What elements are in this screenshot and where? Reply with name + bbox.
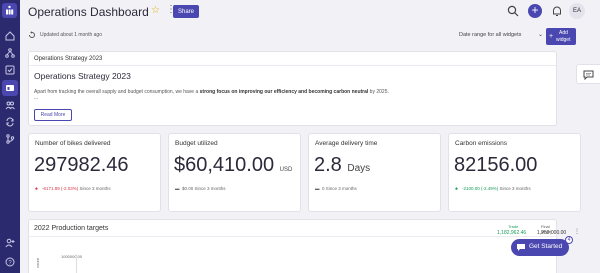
help-icon[interactable]: ? (5, 257, 15, 267)
network-icon[interactable] (5, 48, 15, 58)
kpi-value: 82156.00 (454, 154, 538, 176)
kpi-title: Number of bikes delivered (35, 140, 111, 147)
branch-icon[interactable] (5, 134, 15, 144)
plus-icon[interactable]: + (528, 4, 542, 18)
trade-label: Trade (508, 224, 519, 229)
y-axis (76, 254, 77, 273)
date-range-select[interactable]: Date range for all widgets (459, 32, 521, 38)
strategy-widget: Operations Strategy 2023 Operations Stra… (28, 51, 557, 126)
trend-down-icon: ♣ (35, 186, 38, 191)
kpi-title: Budget utilized (175, 140, 218, 147)
kpi-card-budget: Budget utilized $60,410.00 USD ▬ $0.00 Si… (168, 133, 301, 212)
kpi-value-number: $60,410.00 (174, 154, 275, 176)
page-title: Operations Dashboard (28, 5, 149, 19)
dashboard-icon[interactable] (5, 83, 15, 93)
add-widget-button[interactable]: + Add widget (546, 28, 576, 45)
strategy-heading: Operations Strategy 2023 (34, 71, 131, 81)
ellipsis: ... (34, 95, 39, 101)
logo-icon[interactable] (2, 3, 17, 18)
comment-icon (583, 70, 594, 80)
home-icon[interactable] (5, 31, 15, 41)
bell-icon[interactable] (551, 5, 563, 17)
get-started-button[interactable]: Get Started (511, 239, 569, 256)
kpi-delta: ♣ -2100.00 (-2.49%) Since 3 months (455, 186, 531, 191)
kpi-card-delivery: Average delivery time 2.8 Days ▬ 0 Since … (308, 133, 441, 212)
avatar[interactable]: EA (569, 3, 585, 19)
kpi-delta-value: 0 (322, 186, 325, 191)
kpi-period: Since 3 months (79, 186, 111, 191)
strategy-body: Apart from tracking the overall supply a… (34, 89, 389, 95)
kpi-card-carbon: Carbon emissions 82156.00 ♣ -2100.00 (-2.… (448, 133, 581, 212)
trend-flat-icon: ▬ (315, 186, 320, 191)
checklist-icon[interactable] (5, 65, 15, 75)
refresh-icon[interactable] (28, 31, 36, 39)
plus-icon: + (549, 33, 554, 40)
kpi-delta: ♣ -6171.89 (-2.03%) Since 3 months (35, 186, 111, 191)
widget-title: 2022 Production targets (34, 225, 109, 232)
body-text-post: by 2025. (368, 89, 389, 95)
production-targets-widget: 2022 Production targets Trade 1,182,962.… (28, 219, 580, 273)
trend-flat-icon: ▬ (175, 186, 180, 191)
widget-title: Operations Strategy 2023 (34, 56, 103, 62)
get-started-label: Get Started (529, 243, 563, 250)
star-icon[interactable]: ☆ (151, 5, 160, 16)
subbar: Updated about 1 month ago Date range for… (20, 26, 600, 46)
y-tick-label: 1000000.00 (61, 254, 83, 259)
kpi-card-bikes: Number of bikes delivered 297982.46 ♣ -61… (28, 133, 161, 212)
body-text-pre: Apart from tracking the overall supply a… (34, 89, 200, 95)
kpi-period: Since 3 months (325, 186, 357, 191)
kpi-delta-value: $0.00 (182, 186, 194, 191)
kpi-delta: ▬ $0.00 Since 3 months (175, 186, 226, 191)
divider (29, 236, 556, 237)
read-more-button[interactable]: Read More (34, 109, 72, 121)
add-widget-label-2: widget (556, 37, 571, 43)
sidebar: ? (0, 0, 20, 273)
kpi-value: $60,410.00 USD (174, 154, 292, 177)
sync-icon[interactable] (5, 117, 15, 127)
y-axis-label: count (35, 258, 40, 268)
kpi-value-number: 2.8 (314, 154, 342, 176)
share-button[interactable]: Share (173, 5, 199, 18)
kpi-delta-value: -2100.00 (-2.49%) (462, 186, 499, 191)
kpi-value: 297982.46 (34, 154, 129, 176)
notification-badge: 4 (565, 236, 573, 244)
add-widget-label-1: Add (559, 30, 568, 36)
comments-tab[interactable] (576, 64, 600, 84)
search-icon[interactable] (507, 5, 519, 17)
chat-icon (517, 244, 525, 251)
kpi-title: Carbon emissions (455, 140, 508, 147)
kpi-period: Since 3 months (499, 186, 531, 191)
kpi-value: 2.8 Days (314, 154, 370, 177)
updated-timestamp: Updated about 1 month ago (40, 32, 102, 38)
divider (29, 65, 556, 66)
kpi-period: Since 3 months (194, 186, 226, 191)
kpi-delta-value: -6171.89 (-2.03%) (42, 186, 79, 191)
more-options-icon[interactable]: ⋮ (574, 228, 580, 235)
header: Operations Dashboard ☆ ⋮ Share + EA (20, 0, 600, 24)
kpi-delta: ▬ 0 Since 3 months (315, 186, 357, 191)
kpi-unit: Days (347, 163, 371, 174)
kpi-unit: USD (279, 167, 293, 173)
users-icon[interactable] (5, 100, 15, 110)
body-text-bold: strong focus on improving our efficiency… (199, 89, 369, 95)
kpi-title: Average delivery time (315, 140, 378, 147)
trend-up-icon: ♣ (455, 186, 458, 191)
chevron-down-icon[interactable]: ⌄ (538, 31, 543, 38)
user-add-icon[interactable] (5, 238, 15, 248)
